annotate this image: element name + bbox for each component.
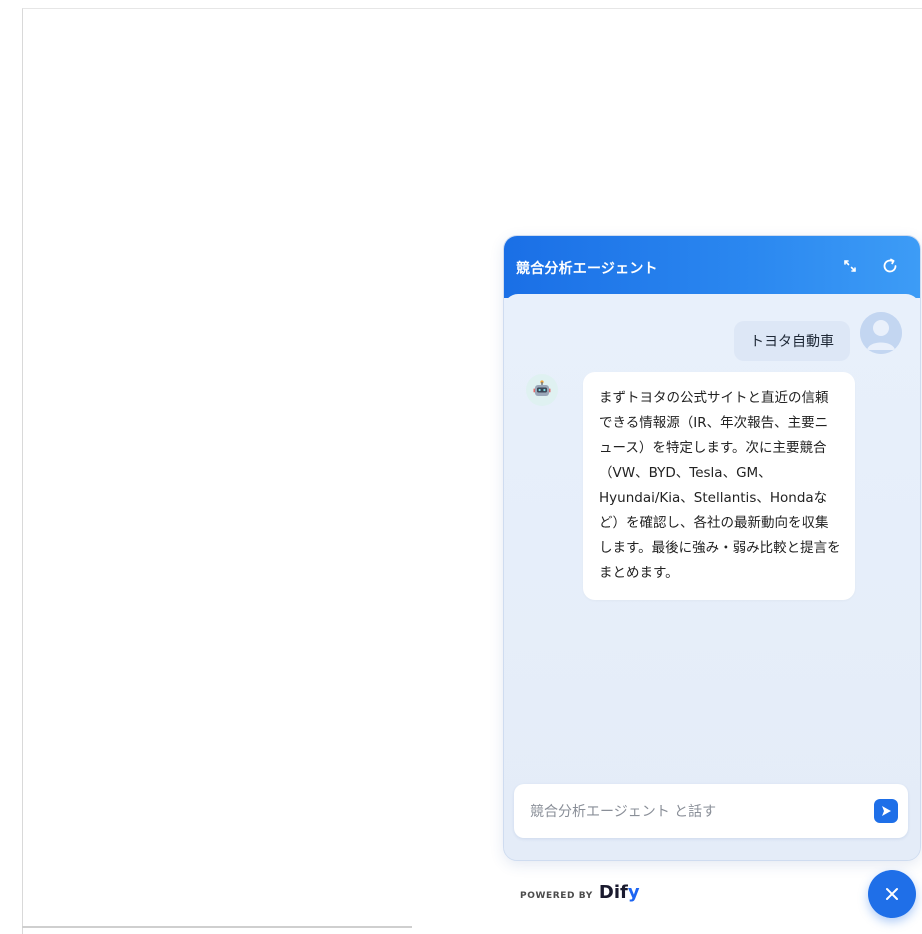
message-input[interactable] (528, 798, 852, 826)
expand-icon (844, 260, 856, 272)
close-icon (886, 888, 898, 900)
chat-messages[interactable]: トヨタ自動車 まずトヨタの公式サイトと直近の信頼できる情報源（IR、年次報告、主… (504, 294, 920, 860)
powered-by: POWERED BY Dify (520, 882, 640, 903)
powered-by-label: POWERED BY (520, 891, 593, 901)
brand-prefix: Dif (598, 882, 628, 903)
user-avatar-icon (860, 312, 902, 354)
expand-button[interactable] (838, 254, 862, 278)
chat-window: 競合分析エージェント トヨタ自動車 まずトヨタの公式サイトと直近の信頼できる情報… (503, 235, 921, 861)
send-icon (882, 806, 891, 816)
refresh-icon (883, 258, 897, 273)
user-message: トヨタ自動車 (734, 321, 850, 361)
message-input-box (514, 784, 908, 838)
refresh-button[interactable] (878, 254, 902, 278)
bot-message-text: まずトヨタの公式サイトと直近の信頼できる情報源（IR、年次報告、主要ニュース）を… (599, 390, 841, 581)
robot-avatar-icon (526, 374, 558, 406)
chat-header: 競合分析エージェント (504, 236, 920, 298)
chat-title: 競合分析エージェント (516, 261, 658, 277)
dify-logo[interactable]: Dify (599, 882, 640, 903)
user-message-text: トヨタ自動車 (750, 334, 834, 350)
divider (22, 926, 412, 928)
brand-suffix: y (627, 882, 640, 903)
close-chat-button[interactable] (868, 870, 916, 918)
bot-message: まずトヨタの公式サイトと直近の信頼できる情報源（IR、年次報告、主要ニュース）を… (583, 372, 855, 600)
send-button[interactable] (874, 799, 898, 823)
